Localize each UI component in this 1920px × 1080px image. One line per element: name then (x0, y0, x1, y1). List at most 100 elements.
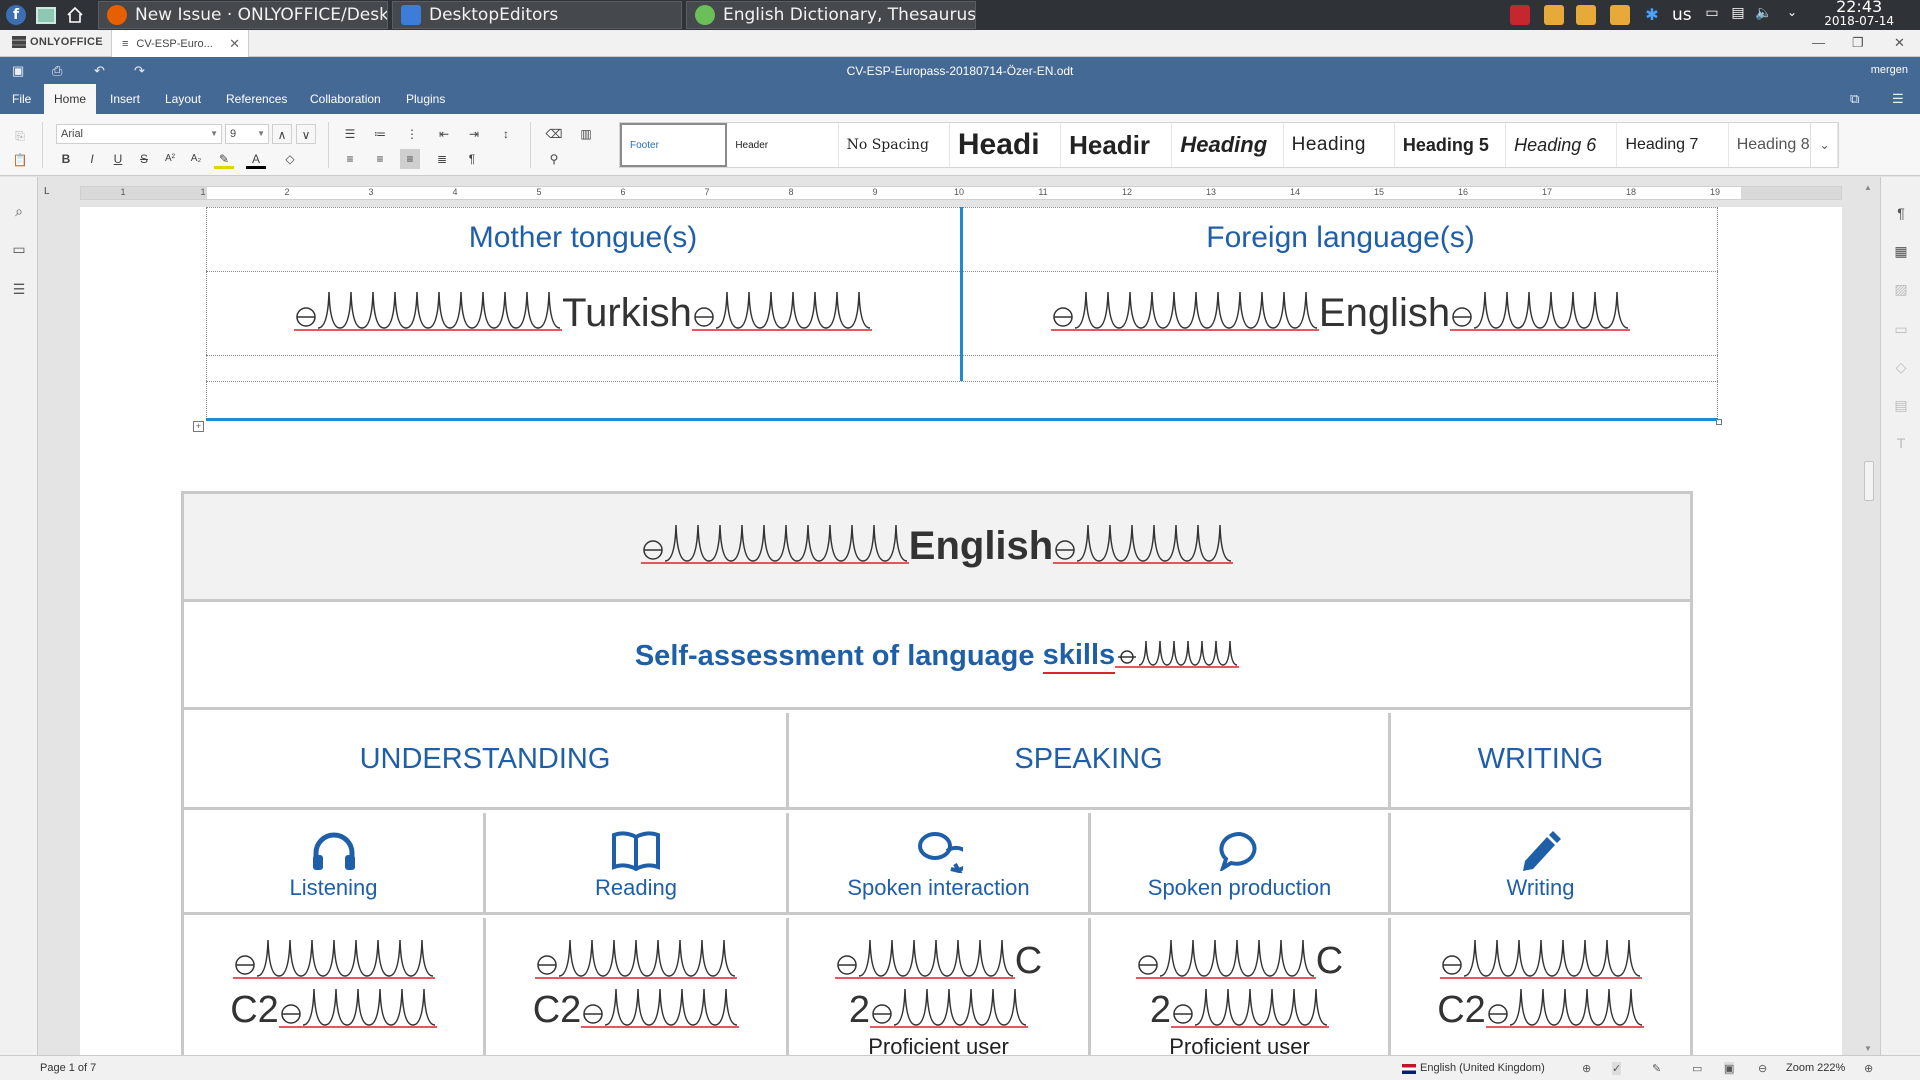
copy-icon[interactable]: ⎘ (10, 126, 30, 146)
fedora-menu-icon[interactable]: f (6, 0, 26, 30)
style-heading-3[interactable]: Heading (1172, 123, 1284, 167)
display-icon[interactable]: ▭ (1702, 5, 1722, 25)
font-size-select[interactable]: 9 ▼ (225, 124, 269, 144)
shape-settings-icon[interactable]: ◇ (1891, 357, 1911, 377)
task-desktopeditors[interactable]: DesktopEditors (392, 1, 682, 29)
zoom-in-icon[interactable]: ⊕ (1864, 1062, 1873, 1075)
chevron-down-icon[interactable]: ⌄ (1810, 123, 1838, 167)
notify-tray-icon[interactable] (1610, 5, 1630, 25)
tab-layout[interactable]: Layout (155, 84, 211, 114)
zoom-level[interactable]: Zoom 222% (1786, 1062, 1845, 1074)
decrease-indent-icon[interactable]: ⇤ (434, 124, 454, 144)
decrease-font-icon[interactable]: ∨ (296, 124, 316, 144)
italic-icon[interactable]: I (82, 149, 102, 169)
language-assessment-table[interactable]: English Self-assessment of language skil… (181, 491, 1693, 1055)
tab-stop-icon[interactable]: L (44, 186, 56, 198)
multilevel-icon[interactable]: ⋮ (402, 124, 422, 144)
user-name[interactable]: mergen (1871, 64, 1908, 76)
minimize-icon[interactable]: — (1812, 35, 1825, 50)
level-cell-reading[interactable]: C2 (486, 938, 786, 1034)
task-dictionary[interactable]: English Dictionary, Thesaurus... (686, 1, 976, 29)
notify-tray-icon[interactable] (1544, 5, 1564, 25)
scroll-up-icon[interactable]: ▲ (1864, 183, 1872, 192)
close-icon[interactable]: ✕ (229, 36, 240, 52)
copy-style-icon[interactable]: ⚲ (544, 149, 564, 169)
textart-settings-icon[interactable]: T (1891, 433, 1911, 453)
navigation-icon[interactable]: ☰ (9, 279, 29, 299)
spellcheck-icon[interactable]: ✓ (1612, 1062, 1622, 1075)
tab-collaboration[interactable]: Collaboration (300, 84, 391, 114)
shading-icon[interactable]: ◇ (280, 149, 300, 169)
language-name-row[interactable]: English (184, 494, 1690, 602)
vertical-scrollbar[interactable]: ▲ ▼ (1862, 183, 1876, 1053)
search-icon[interactable]: ⌕ (9, 201, 29, 221)
document-language[interactable]: English (United Kingdom) (1420, 1062, 1545, 1074)
chevron-down-icon[interactable]: ⌄ (1782, 5, 1802, 25)
paragraph-settings-icon[interactable]: ¶ (1891, 203, 1911, 223)
chart-settings-icon[interactable]: ▤ (1891, 395, 1911, 415)
notify-tray-icon[interactable] (1576, 5, 1596, 25)
line-spacing-icon[interactable]: ↕ (496, 124, 516, 144)
style-heading-5[interactable]: Heading 5 (1395, 123, 1507, 167)
document-page[interactable]: Mother tongue(s) Foreign language(s) Tur… (80, 207, 1842, 1055)
close-window-icon[interactable]: ✕ (1894, 35, 1905, 51)
superscript-icon[interactable]: A² (160, 149, 180, 169)
level-cell-listening[interactable]: C2 (184, 938, 483, 1034)
tab-insert[interactable]: Insert (100, 84, 150, 114)
page-counter[interactable]: Page 1 of 7 (40, 1062, 96, 1074)
resize-handle[interactable] (1716, 419, 1722, 425)
highlight-icon[interactable]: ✎ (214, 149, 234, 169)
track-changes-icon[interactable]: ✎ (1652, 1062, 1661, 1075)
increase-indent-icon[interactable]: ⇥ (464, 124, 484, 144)
fit-width-icon[interactable]: ▣ (1724, 1062, 1735, 1075)
comments-icon[interactable]: ▭ (9, 239, 29, 259)
subscript-icon[interactable]: A₂ (186, 149, 206, 169)
bluetooth-icon[interactable]: ✱ (1642, 5, 1662, 25)
tab-file[interactable]: File (2, 84, 41, 114)
strikethrough-icon[interactable]: S (134, 149, 154, 169)
align-left-icon[interactable]: ≡ (340, 149, 360, 169)
open-location-icon[interactable]: ⧉ (1850, 91, 1859, 107)
underline-icon[interactable]: U (108, 149, 128, 169)
home-icon[interactable] (66, 0, 84, 30)
zoom-out-icon[interactable]: ⊖ (1758, 1062, 1767, 1075)
level-cell-writing[interactable]: C2 (1391, 938, 1690, 1034)
table-settings-icon[interactable]: ▦ (1891, 241, 1911, 261)
skill-listening[interactable]: Listening (184, 813, 483, 915)
style-heading-7[interactable]: Heading 7 (1617, 123, 1729, 167)
style-heading-4[interactable]: Heading (1284, 123, 1395, 167)
tab-plugins[interactable]: Plugins (396, 84, 455, 114)
style-footer[interactable]: Footer (620, 123, 728, 167)
font-color-icon[interactable]: A (246, 149, 266, 169)
style-header[interactable]: Header (727, 123, 839, 167)
paste-icon[interactable]: 📋 (10, 150, 30, 170)
bold-icon[interactable]: B (56, 149, 76, 169)
justify-icon[interactable]: ≣ (432, 149, 452, 169)
globe-icon[interactable]: ⊕ (1582, 1062, 1591, 1075)
clipboard-icon[interactable]: ▤ (1728, 5, 1748, 25)
tab-home[interactable]: Home (44, 84, 96, 114)
pdf-tray-icon[interactable] (1510, 5, 1530, 25)
scroll-down-icon[interactable]: ▼ (1864, 1044, 1872, 1053)
hamburger-menu-icon[interactable]: ☰ (1892, 91, 1904, 107)
skill-spoken-production[interactable]: Spoken production (1091, 813, 1388, 915)
level-cell-spoken-production[interactable]: C 2 Proficient user (1091, 938, 1388, 1055)
onlyoffice-logo[interactable]: ONLYOFFICE (12, 36, 103, 48)
desktop-icon[interactable] (36, 0, 56, 30)
style-heading-6[interactable]: Heading 6 (1506, 123, 1618, 167)
image-settings-icon[interactable]: ▨ (1891, 279, 1911, 299)
foreign-language-value-cell[interactable]: English (963, 283, 1718, 343)
table-move-handle-icon[interactable]: + (193, 421, 204, 432)
document-tab[interactable]: ≡ CV-ESP-Euro... ✕ (111, 30, 249, 57)
upper-language-table[interactable]: Mother tongue(s) Foreign language(s) Tur… (206, 207, 1722, 425)
skill-reading[interactable]: Reading (486, 813, 786, 915)
style-heading-2[interactable]: Headir (1061, 123, 1173, 167)
align-center-icon[interactable]: ≡ (370, 149, 390, 169)
level-cell-spoken-interaction[interactable]: C 2 Proficient user (789, 938, 1088, 1055)
style-no-spacing[interactable]: No Spacing (839, 123, 950, 167)
change-color-scheme-icon[interactable]: ▥ (576, 124, 596, 144)
skill-writing[interactable]: Writing (1391, 813, 1690, 915)
task-firefox[interactable]: New Issue · ONLYOFFICE/Desk... (98, 1, 388, 29)
horizontal-ruler[interactable]: 1 1 2 3 4 5 6 7 8 9 10 11 12 13 14 15 16 17 18 19 (80, 186, 1842, 200)
clear-style-icon[interactable]: ⌫ (544, 124, 564, 144)
